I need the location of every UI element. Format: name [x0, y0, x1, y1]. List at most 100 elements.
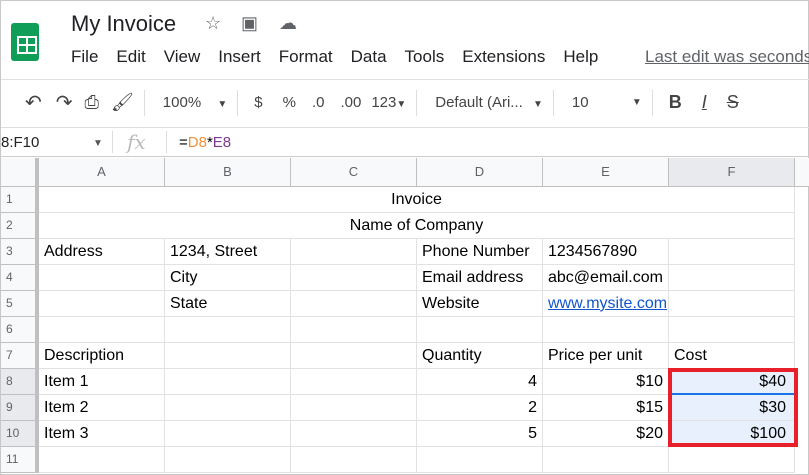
column-header-c[interactable]: C — [291, 158, 417, 187]
row-header-3[interactable]: 3 — [1, 239, 39, 265]
cell-b7[interactable] — [165, 343, 291, 369]
column-header-f[interactable]: F — [669, 158, 795, 187]
cell-d4[interactable]: Email address — [417, 265, 543, 291]
row-header-11[interactable]: 11 — [1, 447, 39, 473]
cell-b4[interactable]: City — [165, 265, 291, 291]
merged-cell-row-1[interactable]: Invoice — [39, 187, 795, 213]
merged-cell-row-2[interactable]: Name of Company — [39, 213, 795, 239]
cell-a7[interactable]: Description — [39, 343, 165, 369]
cell-c8[interactable] — [291, 369, 417, 395]
undo-icon[interactable]: ↶ — [25, 90, 42, 115]
cell-a11[interactable] — [39, 447, 165, 473]
cell-a5[interactable] — [39, 291, 165, 317]
menu-insert[interactable]: Insert — [218, 47, 261, 67]
cell-c7[interactable] — [291, 343, 417, 369]
cell-b11[interactable] — [165, 447, 291, 473]
select-all-corner[interactable] — [1, 158, 39, 187]
column-header-e[interactable]: E — [543, 158, 669, 187]
name-box[interactable]: 8:F10 ▼ — [1, 134, 106, 151]
cell-c3[interactable] — [291, 239, 417, 265]
bold-button[interactable]: B — [669, 92, 682, 113]
percent-button[interactable]: % — [283, 94, 296, 111]
more-formats-button[interactable]: 123▼ — [371, 94, 406, 111]
cell-f7[interactable]: Cost — [669, 343, 795, 369]
cell-e11[interactable] — [543, 447, 669, 473]
menu-help[interactable]: Help — [563, 47, 598, 67]
font-select[interactable]: Default (Ari... ▼ — [435, 94, 543, 111]
cell-e10[interactable]: $20 — [543, 421, 669, 447]
cell-a3[interactable]: Address — [39, 239, 165, 265]
cell-e3[interactable]: 1234567890 — [543, 239, 669, 265]
increase-decimal-button[interactable]: .00 — [340, 94, 361, 111]
cell-a9[interactable]: Item 2 — [39, 395, 165, 421]
menu-file[interactable]: File — [71, 47, 98, 67]
cell-c11[interactable] — [291, 447, 417, 473]
cell-e5[interactable]: www.mysite.com — [543, 291, 669, 317]
row-header-8[interactable]: 8 — [1, 369, 39, 395]
font-size-select[interactable]: 10 — [572, 94, 632, 111]
menu-tools[interactable]: Tools — [405, 47, 445, 67]
last-edit-link[interactable]: Last edit was seconds ago — [645, 47, 809, 67]
cell-b8[interactable] — [165, 369, 291, 395]
menu-edit[interactable]: Edit — [116, 47, 145, 67]
cell-a6[interactable] — [39, 317, 165, 343]
document-title[interactable]: My Invoice — [71, 11, 176, 37]
cell-d6[interactable] — [417, 317, 543, 343]
currency-button[interactable]: $ — [254, 94, 262, 111]
column-header-a[interactable]: A — [39, 158, 165, 187]
row-header-5[interactable]: 5 — [1, 291, 39, 317]
row-header-4[interactable]: 4 — [1, 265, 39, 291]
zoom-select[interactable]: 100% ▼ — [163, 94, 227, 111]
column-header-b[interactable]: B — [165, 158, 291, 187]
row-header-2[interactable]: 2 — [1, 213, 39, 239]
menu-view[interactable]: View — [164, 47, 201, 67]
move-folder-icon[interactable]: ▣ — [241, 13, 258, 34]
menu-extensions[interactable]: Extensions — [462, 47, 545, 67]
strikethrough-button[interactable]: S — [727, 92, 739, 113]
cell-d10[interactable]: 5 — [417, 421, 543, 447]
cell-c9[interactable] — [291, 395, 417, 421]
cell-f3[interactable] — [669, 239, 795, 265]
cell-f5[interactable] — [669, 291, 795, 317]
sheets-logo[interactable] — [11, 23, 39, 61]
cell-d8[interactable]: 4 — [417, 369, 543, 395]
paint-format-icon[interactable]: 🖌 — [111, 92, 134, 113]
redo-icon[interactable]: ↷ — [56, 90, 73, 115]
cell-c6[interactable] — [291, 317, 417, 343]
cell-d9[interactable]: 2 — [417, 395, 543, 421]
cell-b6[interactable] — [165, 317, 291, 343]
row-header-10[interactable]: 10 — [1, 421, 39, 447]
cell-b5[interactable]: State — [165, 291, 291, 317]
cell-c4[interactable] — [291, 265, 417, 291]
cell-e6[interactable] — [543, 317, 669, 343]
cell-d3[interactable]: Phone Number — [417, 239, 543, 265]
cell-b9[interactable] — [165, 395, 291, 421]
cell-e4[interactable]: abc@email.com — [543, 265, 669, 291]
row-header-7[interactable]: 7 — [1, 343, 39, 369]
cell-f11[interactable] — [669, 447, 795, 473]
star-icon[interactable]: ☆ — [205, 13, 221, 34]
cell-c5[interactable] — [291, 291, 417, 317]
row-header-1[interactable]: 1 — [1, 187, 39, 213]
decrease-decimal-button[interactable]: .0 — [312, 94, 325, 111]
print-icon[interactable]: ⎙ — [85, 92, 99, 113]
cell-d11[interactable] — [417, 447, 543, 473]
cell-c10[interactable] — [291, 421, 417, 447]
cell-a10[interactable]: Item 3 — [39, 421, 165, 447]
cell-b10[interactable] — [165, 421, 291, 447]
menu-format[interactable]: Format — [279, 47, 333, 67]
cell-d5[interactable]: Website — [417, 291, 543, 317]
menu-data[interactable]: Data — [351, 47, 387, 67]
cell-a8[interactable]: Item 1 — [39, 369, 165, 395]
cell-e8[interactable]: $10 — [543, 369, 669, 395]
cell-f4[interactable] — [669, 265, 795, 291]
row-header-9[interactable]: 9 — [1, 395, 39, 421]
formula-input[interactable]: =D8*E8 — [179, 134, 231, 151]
cell-d7[interactable]: Quantity — [417, 343, 543, 369]
cell-f6[interactable] — [669, 317, 795, 343]
cell-e9[interactable]: $15 — [543, 395, 669, 421]
cell-a4[interactable] — [39, 265, 165, 291]
cell-e7[interactable]: Price per unit — [543, 343, 669, 369]
cell-b3[interactable]: 1234, Street — [165, 239, 291, 265]
row-header-6[interactable]: 6 — [1, 317, 39, 343]
